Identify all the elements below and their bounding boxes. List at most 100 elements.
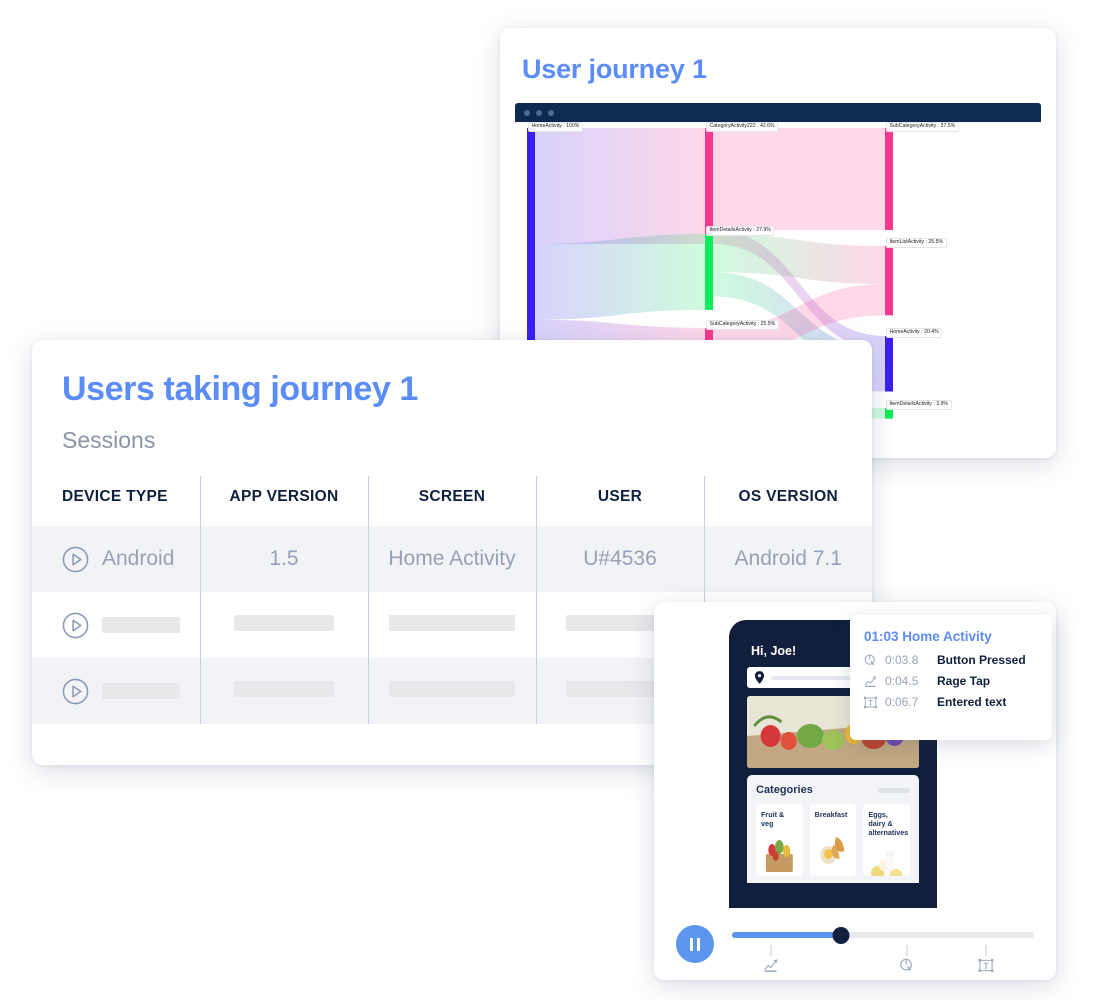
table-cell-app-version: 1.5 — [200, 526, 369, 592]
event-label: Button Pressed — [937, 653, 1026, 667]
category-label: Eggs, dairy & alternatives — [868, 810, 909, 837]
device-type-value: Android — [102, 547, 175, 570]
player-controls — [654, 908, 1056, 980]
sankey-node[interactable] — [885, 336, 893, 392]
timeline-marker[interactable] — [978, 945, 994, 973]
skeleton-placeholder — [102, 617, 180, 633]
categories-list: Fruit & veg Breakfast Eggs, dairy & altern… — [756, 804, 911, 876]
table-cell-app-version — [200, 592, 369, 658]
table-cell-os-version: Android 7.1 — [734, 547, 842, 570]
timeline-track-area[interactable] — [732, 921, 1034, 973]
text-input-icon — [978, 958, 994, 973]
marker-tick — [985, 945, 987, 956]
column-header-app-version[interactable]: APP VERSION — [200, 476, 369, 526]
tooltip-event-row[interactable]: 0:03.8 Button Pressed — [864, 653, 1038, 667]
timeline-marker[interactable] — [900, 945, 915, 973]
text-input-icon — [978, 958, 994, 973]
category-image — [868, 841, 906, 876]
table-cell-device-type — [32, 658, 201, 724]
table-header-row: DEVICE TYPE APP VERSION SCREEN USER OS V… — [32, 476, 872, 526]
column-header-device-type[interactable]: DEVICE TYPE — [32, 476, 201, 526]
table-cell-device-type: Android — [32, 526, 201, 592]
pause-bar-right — [696, 937, 701, 951]
skeleton-placeholder — [233, 681, 335, 697]
tooltip-event-row[interactable]: 0:04.5 Rage Tap — [864, 674, 1038, 688]
column-header-screen[interactable]: SCREEN — [368, 476, 537, 526]
sankey-node-label: HomeActivity : 100% — [528, 122, 583, 133]
marker-tick — [770, 945, 772, 956]
event-timestamp: 0:06.7 — [885, 695, 919, 709]
sankey-link[interactable] — [713, 128, 885, 230]
tooltip-title: 01:03 Home Activity — [864, 629, 992, 644]
category-card[interactable]: Fruit & veg — [756, 804, 803, 876]
sankey-node-label: ItemDetailsActivity : 3.9% — [886, 400, 952, 411]
event-timestamp: 0:04.5 — [885, 674, 919, 688]
window-dot-minimize — [536, 109, 542, 116]
tap-icon — [864, 654, 875, 667]
sankey-node[interactable] — [885, 246, 893, 316]
column-header-user[interactable]: USER — [536, 476, 705, 526]
play-session-icon[interactable] — [62, 546, 89, 573]
sankey-node-label: SubCategoryActivity : 37.5% — [886, 122, 959, 133]
table-cell-device-type — [32, 592, 201, 658]
text-input-icon — [864, 696, 877, 709]
device-cell: Android — [62, 546, 200, 573]
sankey-node[interactable] — [885, 128, 893, 230]
location-pin-icon — [754, 671, 765, 684]
marker-tick — [906, 945, 908, 956]
journey-title: User journey 1 — [522, 54, 707, 84]
sankey-node-label: CategoryActivity222 : 42.6% — [706, 122, 779, 133]
table-cell-screen — [368, 658, 537, 724]
timeline-scrubber-handle[interactable] — [832, 927, 850, 944]
window-dot-maximize — [548, 109, 554, 116]
sankey-node-label: ItemListActivity : 25.5% — [886, 238, 947, 249]
event-label: Rage Tap — [937, 674, 991, 688]
session-player-card: Hi, Joe! Categories Fruit & veg Breakfas… — [654, 602, 1056, 980]
sankey-node[interactable] — [705, 234, 713, 310]
event-label: Entered text — [937, 695, 1007, 709]
tooltip-event-row[interactable]: 0:06.7 Entered text — [864, 695, 1038, 709]
sankey-node-label: SubCategoryActivity : 25.5% — [706, 320, 779, 331]
tap-icon — [864, 654, 877, 667]
category-label: Breakfast — [814, 810, 848, 819]
sankey-node-label: HomeActivity : 20.4% — [886, 328, 943, 339]
browser-chrome-bar — [515, 103, 1041, 122]
categories-see-all-placeholder[interactable] — [878, 787, 910, 793]
skeleton-placeholder — [389, 615, 515, 631]
page-title: Users taking journey 1 — [62, 370, 418, 408]
skeleton-placeholder — [233, 615, 335, 631]
device-cell — [62, 678, 200, 705]
rage-tap-icon — [864, 675, 877, 688]
play-session-icon[interactable] — [62, 678, 89, 705]
categories-panel: Categories Fruit & veg Breakfast Eggs, dai… — [747, 775, 919, 883]
categories-header: Categories — [756, 784, 910, 796]
pause-button[interactable] — [676, 925, 714, 963]
tap-icon — [900, 958, 913, 973]
category-card[interactable]: Breakfast — [809, 804, 857, 876]
table-cell-screen — [368, 592, 537, 658]
event-timestamp: 0:03.8 — [885, 653, 919, 667]
skeleton-placeholder — [389, 681, 515, 697]
table-row[interactable]: Android 1.5 Home Activity U#4536 Android 7.1 — [32, 526, 872, 592]
rage-tap-icon — [764, 959, 778, 972]
pause-bar-left — [689, 937, 694, 951]
column-header-os-version[interactable]: OS VERSION — [704, 476, 872, 526]
sankey-link[interactable] — [535, 128, 705, 244]
rage-tap-icon — [764, 958, 779, 973]
event-tooltip: 01:03 Home Activity 0:03.8 Button Pressed… — [850, 615, 1052, 740]
table-cell-user: U#4536 — [536, 526, 705, 592]
skeleton-placeholder — [102, 683, 180, 699]
play-session-icon[interactable] — [62, 612, 89, 639]
category-card[interactable]: Eggs, dairy & alternatives — [863, 804, 911, 876]
timeline-marker[interactable] — [764, 945, 779, 973]
category-image — [761, 832, 798, 876]
tap-icon — [900, 958, 915, 973]
window-dot-close — [524, 109, 530, 116]
device-cell — [62, 612, 200, 639]
table-cell-screen: Home Activity — [368, 526, 537, 592]
sankey-node-label: ItemDetailsActivity : 27.9% — [706, 226, 775, 237]
categories-title: Categories — [756, 784, 813, 796]
timeline-progress-fill — [732, 932, 841, 938]
sankey-link[interactable] — [535, 234, 705, 320]
screenshot-root: User journey 1 HomeActivity : 100% Catego… — [0, 0, 1096, 1000]
